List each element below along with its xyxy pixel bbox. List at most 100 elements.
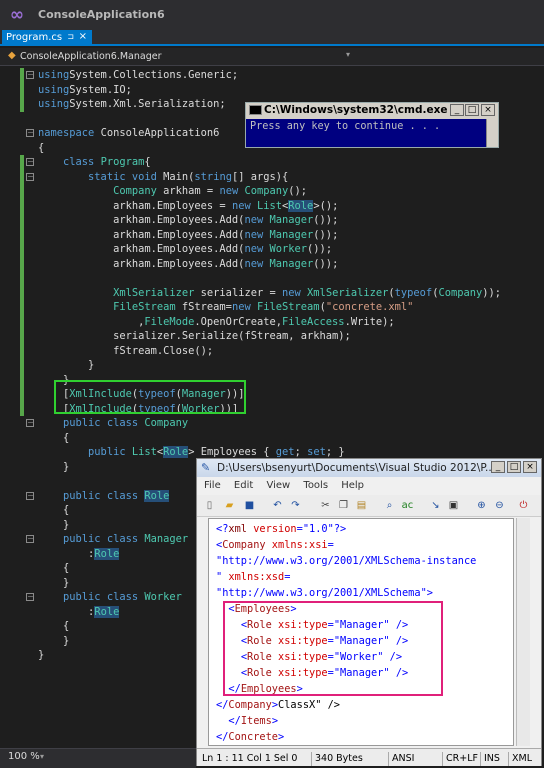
code-line[interactable]: :Role (38, 547, 120, 561)
code-line[interactable]: arkham.Employees = new List<Role>(); (38, 199, 338, 213)
code-line[interactable]: { (38, 503, 69, 517)
replace-icon[interactable]: ac (400, 499, 415, 513)
cut-icon[interactable]: ✂ (318, 499, 333, 513)
maximize-button[interactable]: □ (465, 104, 479, 116)
xml-token: "http://www.w3.org/2001/XMLSchema" (216, 587, 427, 599)
code-line[interactable]: arkham.Employees.Add(new Manager()); (38, 257, 338, 271)
zoom-level[interactable]: 100 % (8, 751, 40, 762)
zoom-out-icon[interactable]: ⊖ (492, 499, 507, 513)
code-line[interactable]: public class Manager (38, 532, 188, 546)
wrap-icon[interactable]: ↘ (428, 499, 443, 513)
tab-program-cs[interactable]: Program.cs ⊐ × (2, 30, 92, 46)
code-line[interactable]: } (38, 460, 69, 474)
close-button[interactable]: × (523, 461, 537, 473)
code-line[interactable]: FileStream fStream=new FileStream("concr… (38, 300, 413, 314)
code-token: { (38, 562, 70, 574)
code-line[interactable]: class Program{ (38, 155, 151, 169)
xml-line[interactable]: " xmlns:xsd= (216, 569, 290, 585)
xml-line[interactable]: </Concrete> (216, 729, 284, 745)
xml-token: = (327, 539, 334, 551)
code-token: serializer.Serialize(fStream, arkham); (38, 330, 351, 342)
code-line[interactable]: arkham.Employees.Add(new Manager()); (38, 213, 338, 227)
tab-label: Program.cs (6, 32, 63, 43)
xml-line[interactable]: "http://www.w3.org/2001/XMLSchema-instan… (216, 553, 476, 569)
code-line[interactable]: } (38, 518, 69, 532)
xml-line[interactable]: "http://www.w3.org/2001/XMLSchema"> (216, 585, 433, 601)
menu-help[interactable]: Help (341, 478, 364, 494)
menu-tools[interactable]: Tools (303, 478, 328, 494)
code-line[interactable]: usingSystem.IO; (38, 83, 132, 97)
code-line[interactable]: public class Company (38, 416, 188, 430)
copy-icon[interactable]: ❐ (336, 499, 351, 513)
scrollbar[interactable] (486, 119, 498, 147)
code-line[interactable]: } (38, 358, 94, 372)
code-line[interactable]: public class Role (38, 489, 170, 503)
code-line[interactable]: } (38, 576, 69, 590)
vertical-scrollbar[interactable] (516, 518, 530, 746)
menu-file[interactable]: File (204, 478, 221, 494)
undo-icon[interactable]: ↶ (270, 499, 285, 513)
xml-line[interactable]: <?xml version="1.0"?> (216, 521, 346, 537)
code-line[interactable]: fStream.Close(); (38, 344, 213, 358)
code-line[interactable]: serializer.Serialize(fStream, arkham); (38, 329, 351, 343)
paste-icon[interactable]: ▤ (354, 499, 369, 513)
collapse-icon[interactable]: − (26, 129, 34, 137)
code-line[interactable]: arkham.Employees.Add(new Worker()); (38, 242, 332, 256)
find-icon[interactable]: ⌕ (382, 499, 397, 513)
xml-token: > (426, 587, 433, 599)
code-line[interactable]: ,FileMode.OpenOrCreate,FileAccess.Write)… (38, 315, 395, 329)
code-line[interactable]: arkham.Employees.Add(new Manager()); (38, 228, 338, 242)
xml-line[interactable]: <Company xmlns:xsi= (216, 537, 334, 553)
exit-icon[interactable]: ⏻ (516, 499, 531, 513)
xml-token: </ (216, 731, 229, 743)
collapse-icon[interactable]: − (26, 491, 34, 500)
pin-icon[interactable]: ⊐ (67, 31, 74, 43)
collapse-icon[interactable]: − (26, 172, 34, 181)
code-line[interactable]: usingSystem.Xml.Serialization; (38, 97, 226, 111)
minimize-button[interactable]: _ (491, 461, 505, 473)
menu-edit[interactable]: Edit (234, 478, 253, 494)
code-line[interactable]: { (38, 561, 69, 575)
xml-line[interactable]: </Items> (216, 713, 278, 729)
notepad-icon: ✎ (201, 461, 211, 474)
xml-line[interactable]: </Company>ClassX" /> (216, 697, 340, 713)
code-line[interactable]: usingSystem.Collections.Generic; (38, 68, 238, 82)
code-line[interactable]: XmlSerializer serializer = new XmlSerial… (38, 286, 501, 300)
collapse-icon[interactable]: − (26, 593, 34, 601)
code-line[interactable]: :Role (38, 605, 120, 619)
font-icon[interactable]: ▣ (446, 499, 461, 513)
code-line[interactable]: } (38, 648, 44, 662)
collapse-icon[interactable]: − (26, 419, 34, 427)
close-button[interactable]: × (481, 104, 495, 116)
xml-token: xmlns:xsi (265, 539, 328, 551)
code-line[interactable]: public class Worker (38, 590, 182, 604)
minimize-button[interactable]: _ (450, 104, 464, 116)
code-line[interactable]: public List<Role> Employees { get; set; … (38, 445, 345, 459)
redo-icon[interactable]: ↷ (288, 499, 303, 513)
xml-viewer-title[interactable]: D:\Users\bsenyurt\Documents\Visual Studi… (197, 459, 541, 477)
collapse-icon[interactable]: − (26, 158, 34, 166)
chevron-down-icon[interactable]: ▾ (346, 50, 350, 59)
menu-view[interactable]: View (266, 478, 290, 494)
collapse-icon[interactable]: − (26, 71, 34, 79)
collapse-icon[interactable]: − (26, 535, 34, 543)
close-icon[interactable]: × (79, 31, 87, 43)
open-folder-icon[interactable]: ▰ (222, 499, 237, 513)
code-line[interactable]: { (38, 141, 44, 155)
code-line[interactable]: { (38, 619, 69, 633)
code-token: List (256, 199, 283, 212)
code-line[interactable]: { (38, 431, 69, 445)
save-icon[interactable]: ■ (242, 499, 257, 513)
new-file-icon[interactable]: ▯ (202, 499, 217, 513)
code-line[interactable]: Company arkham = new Company(); (38, 184, 307, 198)
highlight-box-xmlinclude (54, 380, 246, 414)
code-line[interactable]: namespace ConsoleApplication6 (38, 126, 219, 140)
maximize-button[interactable]: □ (507, 461, 521, 473)
zoom-in-icon[interactable]: ⊕ (474, 499, 489, 513)
chevron-down-icon[interactable]: ▾ (40, 752, 44, 761)
code-token: Company (438, 286, 483, 299)
code-line[interactable]: static void Main(string[] args){ (38, 170, 288, 184)
code-line[interactable]: } (38, 634, 69, 648)
nav-dropdown-label[interactable]: ConsoleApplication6.Manager (20, 51, 162, 62)
